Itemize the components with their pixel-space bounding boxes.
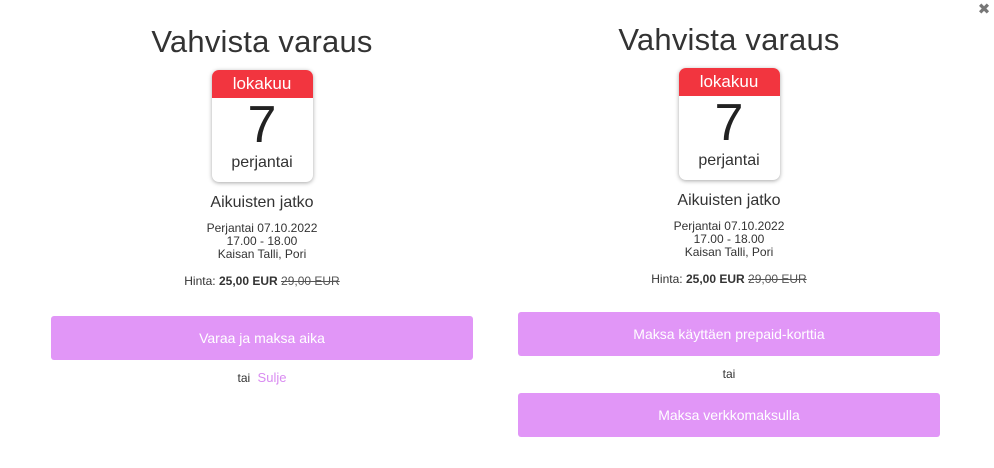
booking-confirmation-panel-left: Vahvista varaus lokakuu 7 perjantai Aiku…: [51, 0, 473, 386]
calendar-icon: lokakuu 7 perjantai: [211, 70, 313, 182]
or-text: tai: [722, 367, 736, 381]
page-title: Vahvista varaus: [618, 22, 840, 57]
calendar-month: lokakuu: [211, 70, 313, 98]
close-icon[interactable]: ✖: [977, 2, 991, 17]
or-close-line: tai Sulje: [51, 370, 473, 386]
event-location: Kaisan Talli, Pori: [684, 245, 774, 259]
booking-confirmation-panel-right: Vahvista varaus lokakuu 7 perjantai Aiku…: [518, 0, 940, 437]
price-current: 25,00 EUR: [685, 272, 745, 286]
price-line: Hinta: 25,00 EUR 29,00 EUR: [51, 274, 473, 288]
event-details: Perjantai 07.10.2022 17.00 - 18.00 Kaisa…: [518, 220, 940, 259]
price-line: Hinta: 25,00 EUR 29,00 EUR: [518, 272, 940, 286]
event-name: Aikuisten jatko: [210, 194, 314, 211]
pay-with-prepaid-button[interactable]: Maksa käyttäen prepaid-korttia: [518, 312, 940, 356]
close-link[interactable]: Sulje: [258, 370, 287, 385]
price-old: 29,00 EUR: [748, 272, 807, 286]
book-and-pay-button[interactable]: Varaa ja maksa aika: [51, 316, 473, 360]
event-location: Kaisan Talli, Pori: [217, 247, 307, 261]
price-label: Hinta:: [184, 274, 216, 288]
calendar-day: 7: [714, 94, 744, 152]
calendar-icon: lokakuu 7 perjantai: [678, 68, 780, 180]
price-label: Hinta:: [651, 272, 683, 286]
event-details: Perjantai 07.10.2022 17.00 - 18.00 Kaisa…: [51, 222, 473, 261]
price-old: 29,00 EUR: [281, 274, 340, 288]
calendar-weekday: perjantai: [698, 152, 760, 169]
event-name: Aikuisten jatko: [677, 192, 781, 209]
or-text: tai: [237, 371, 251, 385]
calendar-day: 7: [247, 96, 277, 154]
calendar-weekday: perjantai: [231, 154, 293, 171]
calendar-month: lokakuu: [678, 68, 780, 96]
price-current: 25,00 EUR: [218, 274, 278, 288]
page-title: Vahvista varaus: [151, 24, 373, 59]
pay-online-button[interactable]: Maksa verkkomaksulla: [518, 393, 940, 437]
